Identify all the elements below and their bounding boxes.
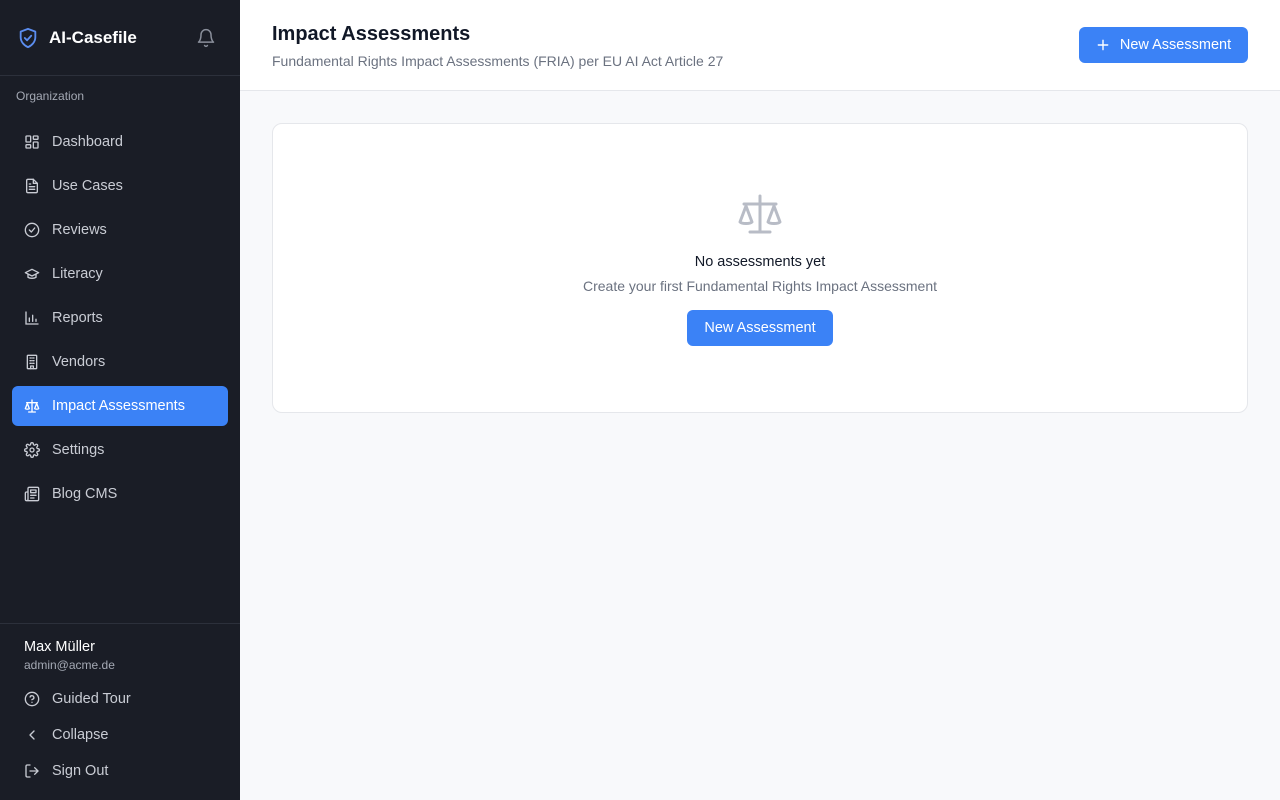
empty-state-card: No assessments yet Create your first Fun… [272, 123, 1248, 413]
sign-out-label: Sign Out [52, 763, 109, 779]
sidebar: AI-Casefile Organization Dashboard Use C… [0, 0, 240, 800]
sidebar-item-label: Blog CMS [52, 486, 118, 502]
file-icon [26, 178, 38, 194]
bell-icon[interactable] [196, 28, 216, 48]
new-assessment-button[interactable]: New Assessment [1079, 27, 1248, 63]
graduation-cap-icon [24, 268, 40, 279]
sidebar-item-label: Settings [52, 442, 105, 458]
sidebar-item-label: Vendors [52, 354, 106, 370]
sidebar-item-settings[interactable]: Settings [12, 430, 228, 470]
scale-icon [24, 399, 40, 413]
help-circle-icon [24, 691, 40, 707]
sidebar-item-blog-cms[interactable]: Blog CMS [12, 474, 228, 514]
sidebar-item-label: Reports [52, 310, 103, 326]
page-header: Impact Assessments Fundamental Rights Im… [240, 0, 1280, 91]
sidebar-item-impact-assessments[interactable]: Impact Assessments [12, 386, 228, 426]
sidebar-item-literacy[interactable]: Literacy [12, 254, 228, 294]
content-area: No assessments yet Create your first Fun… [240, 91, 1280, 445]
sidebar-item-label: Dashboard [52, 134, 123, 150]
sign-out-icon [25, 764, 39, 778]
collapse-label: Collapse [52, 727, 109, 743]
guided-tour-label: Guided Tour [52, 691, 131, 707]
sidebar-item-vendors[interactable]: Vendors [12, 342, 228, 382]
plus-icon [1097, 39, 1109, 51]
sidebar-item-label: Impact Assessments [52, 398, 185, 414]
empty-state-title: No assessments yet [694, 254, 826, 270]
collapse-button[interactable]: Collapse [24, 717, 216, 753]
sidebar-item-label: Reviews [52, 222, 107, 238]
sidebar-item-label: Literacy [52, 266, 103, 282]
sign-out-button[interactable]: Sign Out [24, 753, 216, 789]
organization-label: Organization [16, 89, 85, 103]
app-name: AI-Casefile [49, 27, 137, 47]
sidebar-item-dashboard[interactable]: Dashboard [12, 122, 228, 162]
dashboard-icon [25, 135, 39, 149]
user-email: admin@acme.de [24, 658, 115, 672]
bar-chart-icon [25, 311, 39, 325]
guided-tour-button[interactable]: Guided Tour [24, 681, 216, 717]
chevron-left-icon [29, 730, 35, 740]
shield-check-icon [19, 27, 37, 48]
empty-state-new-assessment-button[interactable]: New Assessment [687, 310, 833, 346]
gear-icon [24, 442, 40, 458]
sidebar-item-label: Use Cases [52, 178, 123, 194]
sidebar-item-reviews[interactable]: Reviews [12, 210, 228, 250]
user-name: Max Müller [24, 639, 95, 655]
sidebar-footer: Max Müller admin@acme.de Guided Tour Col… [0, 623, 240, 800]
check-circle-icon [24, 222, 40, 238]
sidebar-item-use-cases[interactable]: Use Cases [12, 166, 228, 206]
building-icon [26, 354, 38, 370]
sidebar-item-reports[interactable]: Reports [12, 298, 228, 338]
main-content: Impact Assessments Fundamental Rights Im… [240, 0, 1280, 800]
new-assessment-label: New Assessment [1119, 37, 1232, 53]
empty-state-description: Create your first Fundamental Rights Imp… [582, 278, 938, 294]
scale-icon [738, 194, 782, 234]
brand-header: AI-Casefile [0, 0, 240, 76]
sidebar-nav: Dashboard Use Cases Reviews Literacy Rep… [0, 122, 240, 514]
newspaper-icon [24, 486, 40, 502]
